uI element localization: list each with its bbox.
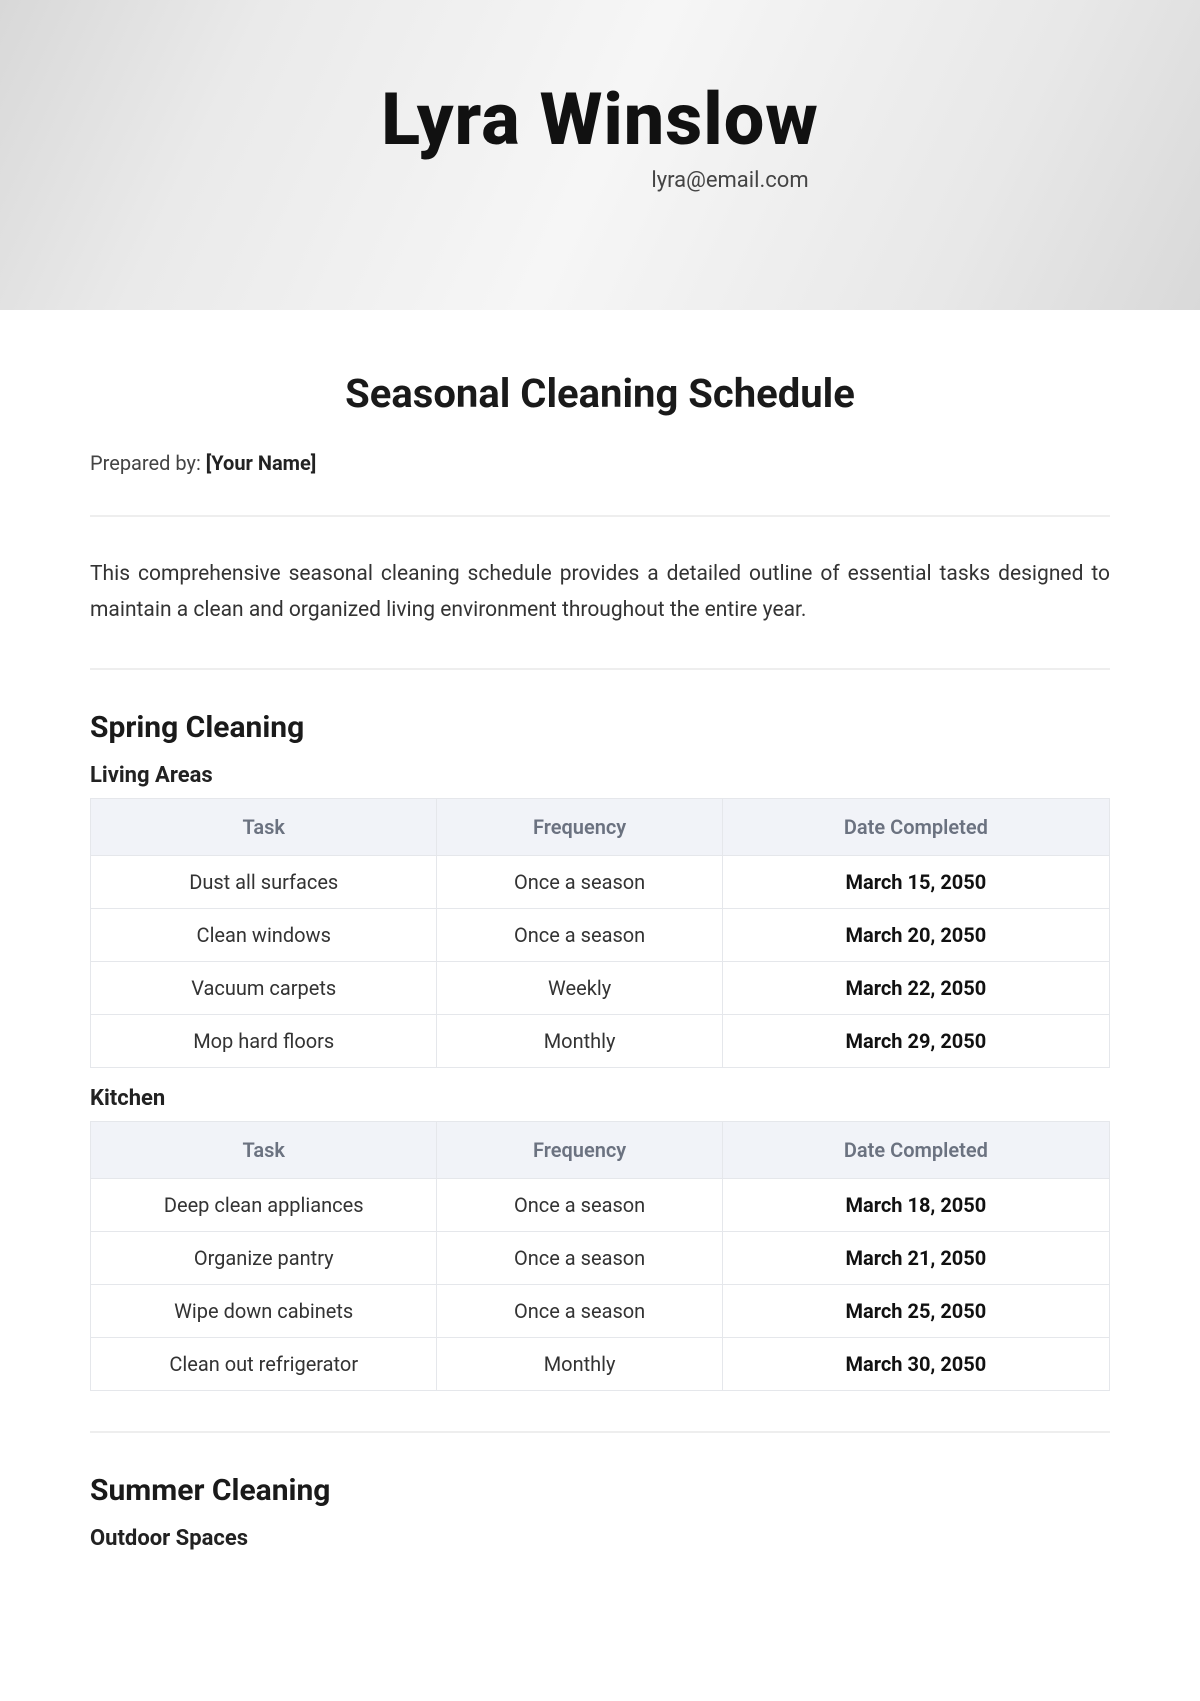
cell-frequency: Once a season bbox=[437, 1285, 722, 1338]
cell-date-completed: March 22, 2050 bbox=[722, 962, 1109, 1015]
cell-date-completed: March 15, 2050 bbox=[722, 856, 1109, 909]
cell-task: Clean out refrigerator bbox=[91, 1338, 437, 1391]
cell-task: Clean windows bbox=[91, 909, 437, 962]
table-row: Organize pantryOnce a seasonMarch 21, 20… bbox=[91, 1232, 1110, 1285]
cell-date-completed: March 21, 2050 bbox=[722, 1232, 1109, 1285]
table-row: Dust all surfacesOnce a seasonMarch 15, … bbox=[91, 856, 1110, 909]
table-header-date_completed: Date Completed bbox=[722, 799, 1109, 856]
cell-task: Deep clean appliances bbox=[91, 1179, 437, 1232]
cell-date-completed: March 29, 2050 bbox=[722, 1015, 1109, 1068]
table-row: Vacuum carpetsWeeklyMarch 22, 2050 bbox=[91, 962, 1110, 1015]
divider bbox=[90, 668, 1110, 670]
table-row: Deep clean appliancesOnce a seasonMarch … bbox=[91, 1179, 1110, 1232]
schedule-table: TaskFrequencyDate CompletedDust all surf… bbox=[90, 798, 1110, 1068]
cell-frequency: Monthly bbox=[437, 1338, 722, 1391]
document-body: Seasonal Cleaning Schedule Prepared by: … bbox=[0, 310, 1200, 1601]
cell-task: Wipe down cabinets bbox=[91, 1285, 437, 1338]
table-header-task: Task bbox=[91, 1122, 437, 1179]
cell-frequency: Once a season bbox=[437, 1179, 722, 1232]
section-title: Spring Cleaning bbox=[90, 710, 1110, 745]
table-header-date_completed: Date Completed bbox=[722, 1122, 1109, 1179]
subsection-title: Outdoor Spaces bbox=[90, 1526, 1110, 1551]
table-header-frequency: Frequency bbox=[437, 1122, 722, 1179]
cell-task: Vacuum carpets bbox=[91, 962, 437, 1015]
prepared-by-label: Prepared by: bbox=[90, 451, 206, 475]
table-header-frequency: Frequency bbox=[437, 799, 722, 856]
cell-frequency: Once a season bbox=[437, 856, 722, 909]
cell-frequency: Once a season bbox=[437, 909, 722, 962]
document-title: Seasonal Cleaning Schedule bbox=[90, 370, 1110, 417]
table-header-task: Task bbox=[91, 799, 437, 856]
author-email: lyra@email.com bbox=[651, 168, 808, 193]
divider bbox=[90, 1431, 1110, 1433]
cell-date-completed: March 18, 2050 bbox=[722, 1179, 1109, 1232]
cell-frequency: Once a season bbox=[437, 1232, 722, 1285]
schedule-table: TaskFrequencyDate CompletedDeep clean ap… bbox=[90, 1121, 1110, 1391]
subsection-title: Living Areas bbox=[90, 763, 1110, 788]
table-row: Clean windowsOnce a seasonMarch 20, 2050 bbox=[91, 909, 1110, 962]
cell-task: Dust all surfaces bbox=[91, 856, 437, 909]
table-row: Mop hard floorsMonthlyMarch 29, 2050 bbox=[91, 1015, 1110, 1068]
table-row: Wipe down cabinetsOnce a seasonMarch 25,… bbox=[91, 1285, 1110, 1338]
cell-frequency: Monthly bbox=[437, 1015, 722, 1068]
divider bbox=[90, 515, 1110, 517]
cell-task: Mop hard floors bbox=[91, 1015, 437, 1068]
prepared-by-value: [Your Name] bbox=[206, 451, 317, 475]
subsection-title: Kitchen bbox=[90, 1086, 1110, 1111]
section-title: Summer Cleaning bbox=[90, 1473, 1110, 1508]
author-name: Lyra Winslow bbox=[381, 77, 819, 162]
cell-date-completed: March 25, 2050 bbox=[722, 1285, 1109, 1338]
table-row: Clean out refrigeratorMonthlyMarch 30, 2… bbox=[91, 1338, 1110, 1391]
cell-frequency: Weekly bbox=[437, 962, 722, 1015]
cell-date-completed: March 20, 2050 bbox=[722, 909, 1109, 962]
prepared-by-line: Prepared by: [Your Name] bbox=[90, 451, 1110, 475]
intro-paragraph: This comprehensive seasonal cleaning sch… bbox=[90, 557, 1110, 628]
cell-task: Organize pantry bbox=[91, 1232, 437, 1285]
document-header: Lyra Winslow lyra@email.com bbox=[0, 0, 1200, 310]
cell-date-completed: March 30, 2050 bbox=[722, 1338, 1109, 1391]
